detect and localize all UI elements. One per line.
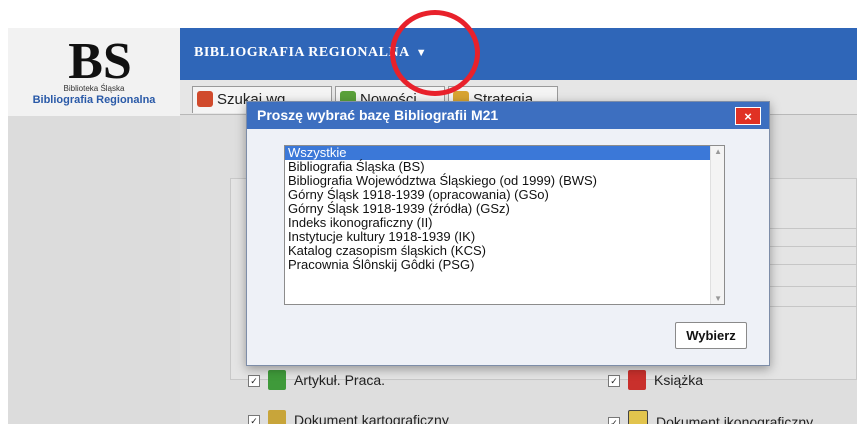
filter-iconographic-label: Dokument ikonograficzny xyxy=(656,414,814,424)
search-book-icon xyxy=(197,91,213,107)
filter-book-label: Książka xyxy=(654,372,704,388)
select-button[interactable]: Wybierz xyxy=(675,322,747,349)
filter-map[interactable]: ✓ Dokument kartograficzny xyxy=(248,410,449,424)
image-icon xyxy=(628,410,648,424)
database-listbox[interactable]: Wszystkie Bibliografia Śląska (BS) Bibli… xyxy=(284,145,725,305)
database-select-dialog: Proszę wybrać bazę Bibliografii M21 × Ws… xyxy=(246,101,770,366)
filter-iconographic[interactable]: ✓ Dokument ikonograficzny xyxy=(608,410,813,424)
filter-article[interactable]: ✓ Artykuł. Praca. xyxy=(248,370,385,390)
list-item[interactable]: Instytucje kultury 1918-1939 (IK) xyxy=(285,230,724,244)
form-divider xyxy=(768,306,857,307)
database-menu-label: BIBLIOGRAFIA REGIONALNA xyxy=(194,45,410,60)
scroll-down-icon[interactable]: ▼ xyxy=(714,294,722,303)
logo-caption-big: Bibliografia Regionalna xyxy=(32,94,156,106)
form-divider xyxy=(768,246,857,247)
checkbox[interactable]: ✓ xyxy=(608,417,620,424)
form-divider xyxy=(768,264,857,265)
listbox-scrollbar[interactable]: ▲ ▼ xyxy=(710,146,724,304)
list-item[interactable]: Bibliografia Śląska (BS) xyxy=(285,160,724,174)
list-item[interactable]: Indeks ikonograficzny (II) xyxy=(285,216,724,230)
logo-caption-small: Biblioteka Śląska xyxy=(63,84,125,93)
top-navigation-bar: BIBLIOGRAFIA REGIONALNA ▼ xyxy=(180,28,857,80)
checkbox[interactable]: ✓ xyxy=(248,415,260,424)
list-item[interactable]: Katalog czasopism śląskich (KCS) xyxy=(285,244,724,258)
dialog-header: Proszę wybrać bazę Bibliografii M21 × xyxy=(247,102,769,129)
green-book-icon xyxy=(268,370,286,390)
bs-logo-icon: BS xyxy=(68,34,132,82)
scroll-up-icon[interactable]: ▲ xyxy=(714,147,722,156)
checkbox[interactable]: ✓ xyxy=(608,375,620,387)
filter-map-label: Dokument kartograficzny xyxy=(294,412,449,424)
library-logo[interactable]: BS Biblioteka Śląska Bibliografia Region… xyxy=(8,28,180,116)
filter-article-label: Artykuł. Praca. xyxy=(294,372,386,388)
form-divider xyxy=(768,228,857,229)
highlight-circle xyxy=(390,10,480,96)
list-item[interactable]: Górny Śląsk 1918-1939 (opracowania) (GSo… xyxy=(285,188,724,202)
list-item[interactable]: Górny Śląsk 1918-1939 (źródła) (GSz) xyxy=(285,202,724,216)
map-icon xyxy=(268,410,286,424)
close-button[interactable]: × xyxy=(735,107,761,125)
dialog-title: Proszę wybrać bazę Bibliografii M21 xyxy=(257,107,499,123)
list-item[interactable]: Pracownia Ślônskij Gôdki (PSG) xyxy=(285,258,724,272)
red-book-icon xyxy=(628,370,646,390)
logo-mark-text: BS xyxy=(68,34,132,82)
list-item[interactable]: Bibliografia Województwa Śląskiego (od 1… xyxy=(285,174,724,188)
filter-book[interactable]: ✓ Książka xyxy=(608,370,703,390)
list-item[interactable]: Wszystkie xyxy=(285,146,724,160)
form-divider xyxy=(768,286,857,287)
checkbox[interactable]: ✓ xyxy=(248,375,260,387)
